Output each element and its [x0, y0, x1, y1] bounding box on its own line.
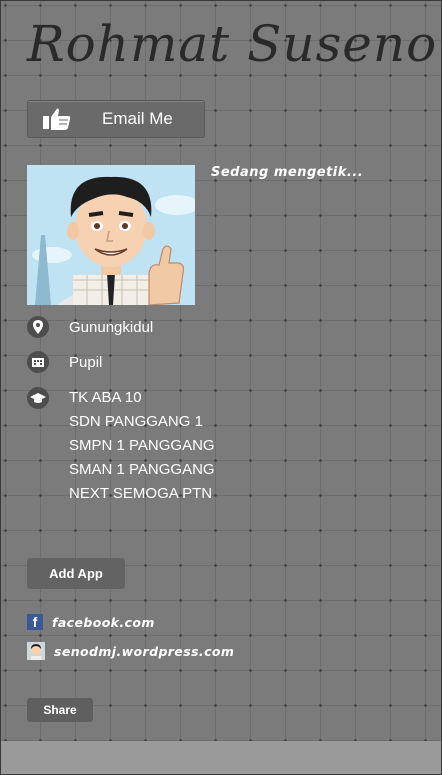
location-row: Gunungkidul	[27, 316, 153, 340]
education-item: TK ABA 10	[69, 389, 142, 406]
thumbs-up-icon	[43, 108, 71, 130]
education-item: SMPN 1 PANGGANG	[69, 437, 215, 454]
building-icon	[27, 351, 49, 373]
occupation-text: Pupil	[69, 354, 103, 371]
status-text: Sedang mengetik...	[211, 165, 364, 180]
location-pin-icon	[27, 316, 49, 338]
facebook-icon: f	[27, 614, 43, 630]
education-list: TK ABA 10 SDN PANGGANG 1 SMPN 1 PANGGANG…	[69, 386, 215, 506]
profile-card: Rohmat Suseno Email Me Sedang mengetik..…	[0, 0, 442, 775]
footer-bar	[1, 741, 441, 774]
profile-name: Rohmat Suseno	[27, 15, 438, 73]
wordpress-link-row[interactable]: senodmj.wordpress.com	[27, 642, 234, 660]
location-text: Gunungkidul	[69, 319, 154, 336]
occupation-row: Pupil	[27, 351, 102, 375]
avatar	[27, 165, 195, 305]
add-app-button[interactable]: Add App	[27, 558, 125, 589]
education-item: SMAN 1 PANGGANG	[69, 461, 215, 478]
education-item: SDN PANGGANG 1	[69, 413, 203, 430]
email-me-button[interactable]: Email Me	[27, 100, 205, 138]
graduation-cap-icon	[27, 387, 49, 409]
education-row	[27, 387, 49, 409]
share-button[interactable]: Share	[27, 698, 93, 722]
education-item: NEXT SEMOGA PTN	[69, 485, 213, 502]
facebook-link-row[interactable]: f facebook.com	[27, 614, 155, 630]
avatar-illustration	[27, 165, 195, 305]
facebook-link[interactable]: facebook.com	[52, 615, 155, 630]
wordpress-avatar-icon	[27, 642, 45, 660]
email-me-label: Email Me	[102, 109, 173, 128]
wordpress-link[interactable]: senodmj.wordpress.com	[54, 644, 234, 659]
